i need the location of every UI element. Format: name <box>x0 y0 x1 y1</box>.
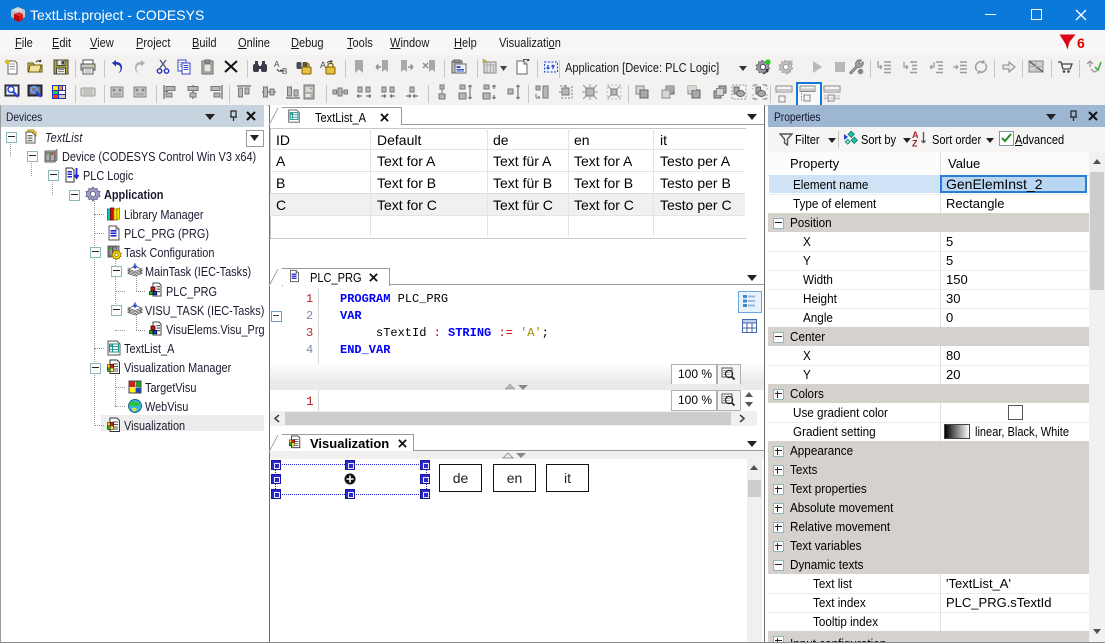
svg-text:Z: Z <box>912 139 918 148</box>
